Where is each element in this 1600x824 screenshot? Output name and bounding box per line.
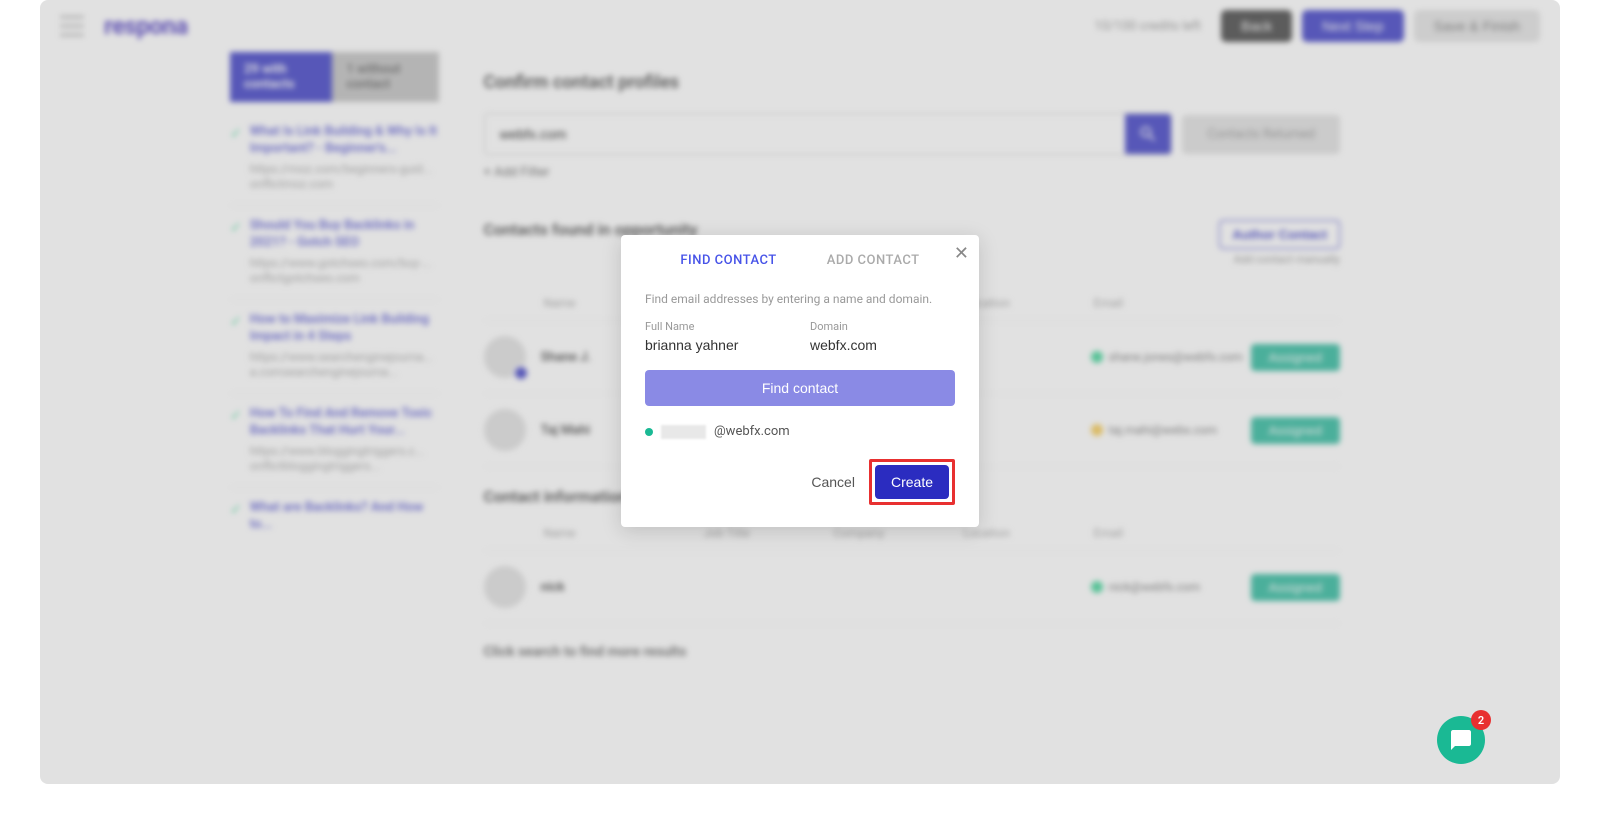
result-email: @webfx.com: [714, 424, 790, 439]
domain-label: Domain: [810, 320, 955, 333]
find-contact-modal: ✕ FIND CONTACT ADD CONTACT Find email ad…: [621, 235, 979, 527]
result-blurred-name: [661, 425, 706, 439]
close-button[interactable]: ✕: [954, 243, 969, 264]
modal-overlay: ✕ FIND CONTACT ADD CONTACT Find email ad…: [40, 0, 1560, 784]
status-dot-icon: [645, 428, 653, 436]
chat-badge: 2: [1471, 710, 1491, 730]
chat-icon: [1449, 728, 1473, 752]
tab-find-contact[interactable]: FIND CONTACT: [680, 253, 776, 276]
result-row: @webfx.com: [645, 424, 955, 439]
create-button[interactable]: Create: [875, 465, 949, 499]
cancel-button[interactable]: Cancel: [811, 474, 855, 490]
chat-widget[interactable]: 2: [1437, 716, 1485, 764]
tab-add-contact[interactable]: ADD CONTACT: [827, 253, 920, 276]
find-contact-button[interactable]: Find contact: [645, 370, 955, 406]
fullname-input[interactable]: [645, 337, 790, 353]
close-icon: ✕: [954, 243, 969, 263]
fullname-label: Full Name: [645, 320, 790, 333]
domain-input[interactable]: [810, 337, 955, 353]
modal-description: Find email addresses by entering a name …: [645, 292, 955, 306]
create-highlight-box: Create: [869, 459, 955, 505]
